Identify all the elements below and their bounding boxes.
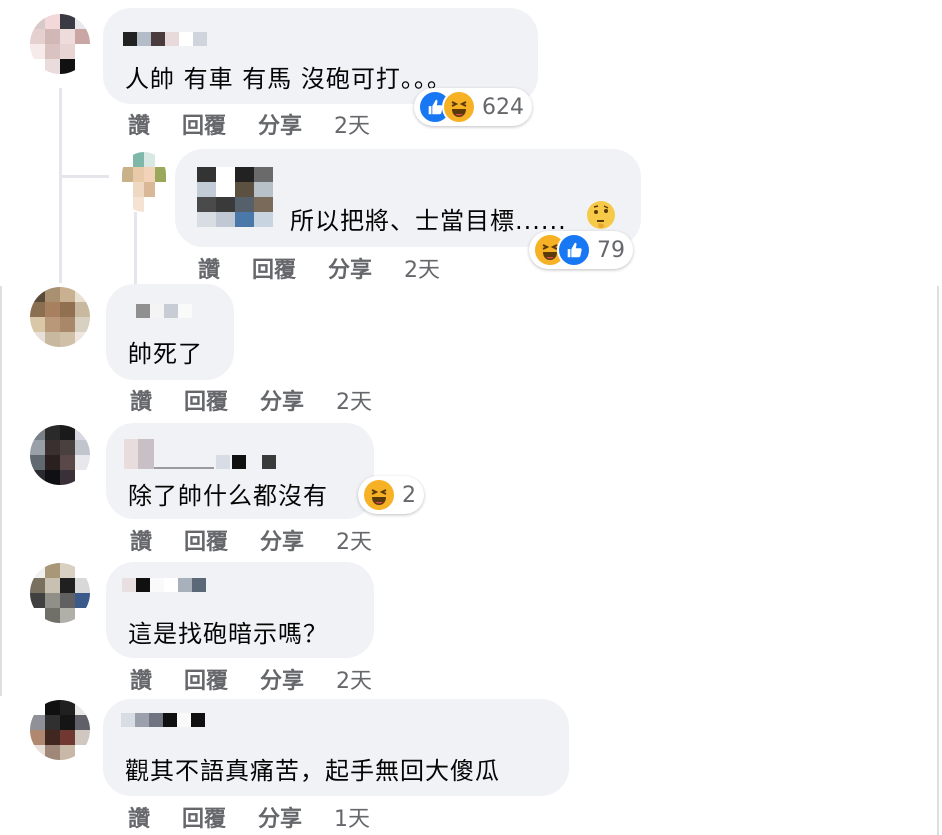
avatar[interactable]: [30, 700, 90, 760]
reply-text: 所以把將、士當目標......: [290, 207, 567, 235]
like-button[interactable]: 讚: [198, 252, 220, 284]
comment-actions: 讚 回覆 分享 2天: [130, 663, 372, 695]
reaction-summary[interactable]: 624: [414, 88, 532, 126]
commenter-name[interactable]: [123, 32, 207, 46]
comment-bubble: 除了帥什么都沒有: [106, 423, 374, 519]
timestamp[interactable]: 2天: [334, 108, 370, 140]
comment-bubble: 這是找砲暗示嗎？: [106, 562, 374, 658]
avatar[interactable]: [30, 14, 90, 74]
comment-text: 帥死了: [128, 340, 203, 368]
comment-actions: 讚 回覆 分享 2天: [130, 524, 372, 556]
comment-text: 人帥 有車 有馬 沒砲可打。。。: [125, 65, 452, 93]
comment-actions: 讚 回覆 分享 2天: [130, 384, 372, 416]
timestamp[interactable]: 2天: [336, 524, 372, 556]
comment-text: 這是找砲暗示嗎？: [128, 620, 328, 648]
replier-name[interactable]: [197, 167, 273, 227]
comment-text: 觀其不語真痛苦，起手無回大傻瓜: [125, 757, 500, 785]
thread-connector: [59, 175, 109, 178]
panel-border-left: [0, 286, 2, 696]
commenter-name[interactable]: [121, 713, 205, 727]
share-button[interactable]: 分享: [258, 801, 302, 833]
comment-actions: 讚 回覆 分享 1天: [128, 801, 370, 833]
timestamp[interactable]: 2天: [336, 384, 372, 416]
share-button[interactable]: 分享: [328, 252, 372, 284]
reply-button[interactable]: 回覆: [252, 252, 296, 284]
comment-text: 除了帥什么都沒有: [128, 482, 328, 510]
thinking-face-icon: [585, 199, 617, 231]
like-button[interactable]: 讚: [130, 663, 152, 695]
reply-button[interactable]: 回覆: [184, 384, 228, 416]
avatar[interactable]: [30, 287, 90, 347]
reply-button[interactable]: 回覆: [182, 108, 226, 140]
commenter-name[interactable]: [136, 304, 192, 318]
share-button[interactable]: 分享: [260, 384, 304, 416]
reaction-summary[interactable]: 79: [529, 231, 633, 269]
commenter-name[interactable]: [122, 578, 206, 592]
timestamp[interactable]: 2天: [336, 663, 372, 695]
haha-icon: [362, 478, 396, 512]
reply-actions: 讚 回覆 分享 2天: [198, 252, 440, 284]
reaction-count: 79: [597, 237, 625, 263]
timestamp[interactable]: 2天: [404, 252, 440, 284]
reply-button[interactable]: 回覆: [184, 524, 228, 556]
reply-thread-line: [134, 212, 137, 285]
reaction-count: 2: [402, 482, 416, 508]
share-button[interactable]: 分享: [260, 524, 304, 556]
reaction-summary[interactable]: 2: [358, 476, 424, 514]
share-button[interactable]: 分享: [258, 108, 302, 140]
like-button[interactable]: 讚: [128, 801, 150, 833]
avatar[interactable]: [30, 425, 90, 485]
reply-button[interactable]: 回覆: [184, 663, 228, 695]
comment-bubble: 觀其不語真痛苦，起手無回大傻瓜: [103, 699, 569, 796]
timestamp[interactable]: 1天: [334, 801, 370, 833]
avatar[interactable]: [122, 152, 166, 212]
reply-button[interactable]: 回覆: [182, 801, 226, 833]
thread-line: [59, 88, 62, 283]
like-icon: [557, 233, 591, 267]
avatar[interactable]: [30, 563, 90, 623]
haha-icon: [442, 90, 476, 124]
like-button[interactable]: 讚: [130, 524, 152, 556]
like-button[interactable]: 讚: [130, 384, 152, 416]
share-button[interactable]: 分享: [260, 663, 304, 695]
reaction-count: 624: [482, 94, 524, 120]
comment-actions: 讚 回覆 分享 2天: [128, 108, 370, 140]
comment-bubble: 帥死了: [106, 284, 234, 380]
panel-border-right: [937, 286, 939, 835]
like-button[interactable]: 讚: [128, 108, 150, 140]
commenter-name[interactable]: [124, 439, 284, 469]
